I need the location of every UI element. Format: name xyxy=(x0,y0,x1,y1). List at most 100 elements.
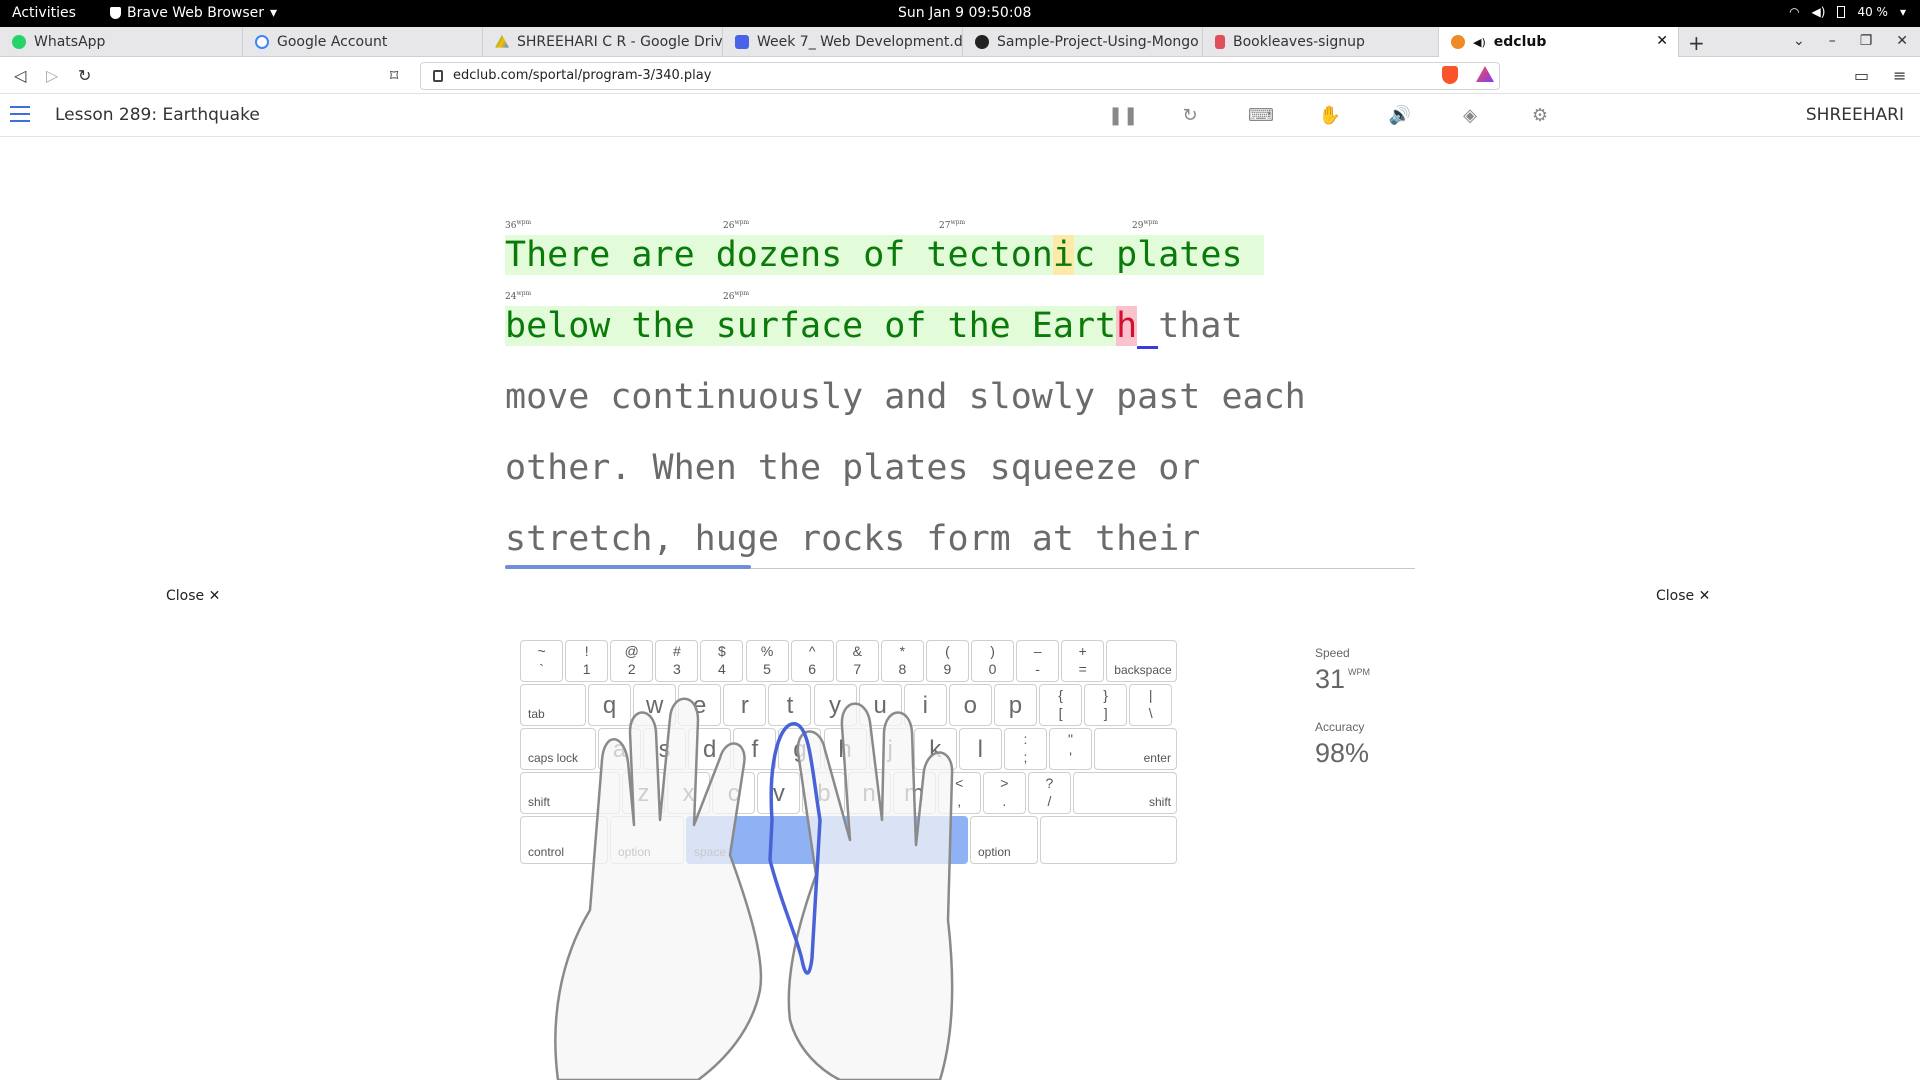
activities-button[interactable]: Activities xyxy=(12,5,76,21)
bookmark-icon[interactable]: ⌑ xyxy=(390,66,398,85)
key-w[interactable]: w xyxy=(633,684,677,726)
key-option-right[interactable]: option xyxy=(970,816,1038,864)
back-icon[interactable]: ◁ xyxy=(14,66,26,85)
reload-icon[interactable]: ↻ xyxy=(78,66,91,85)
tab-search-icon[interactable]: ⌄ xyxy=(1793,33,1805,49)
key-=[interactable]: + = xyxy=(1061,640,1105,682)
key-e[interactable]: e xyxy=(678,684,722,726)
key-8[interactable]: * 8 xyxy=(880,640,924,682)
tab-google-drive[interactable]: SHREEHARI C R - Google Drive xyxy=(483,27,723,57)
key-z[interactable]: z xyxy=(622,772,666,814)
key-label: l xyxy=(977,736,984,763)
app-menu[interactable]: Brave Web Browser ▾ xyxy=(110,5,277,21)
new-tab-button[interactable]: + xyxy=(1688,31,1705,55)
key-0[interactable]: ) 0 xyxy=(971,640,1015,682)
username[interactable]: SHREEHARI xyxy=(1806,105,1904,125)
wallet-icon[interactable]: ▭ xyxy=(1854,66,1869,85)
key--[interactable]: – - xyxy=(1016,640,1060,682)
key-d[interactable]: d xyxy=(688,728,732,770)
key-k[interactable]: k xyxy=(913,728,957,770)
settings-icon[interactable]: ⚙ xyxy=(1528,104,1552,128)
key-l[interactable]: l xyxy=(958,728,1002,770)
key-`[interactable]: ~ ` xyxy=(520,640,564,682)
key-y[interactable]: y xyxy=(813,684,857,726)
key-u[interactable]: u xyxy=(858,684,902,726)
tab-github[interactable]: Sample-Project-Using-Mongo xyxy=(963,27,1203,57)
key-9[interactable]: (9 xyxy=(925,640,969,682)
browser-menu-icon[interactable]: ≡ xyxy=(1893,66,1906,85)
key-v[interactable]: v xyxy=(757,772,801,814)
system-tray[interactable]: ◠ ◀) 40 % ▾ xyxy=(1789,5,1906,19)
key-p[interactable]: p xyxy=(993,684,1037,726)
close-left-button[interactable]: Close ✕ xyxy=(166,588,220,604)
key-blank[interactable] xyxy=(1040,816,1177,864)
tab-edclub[interactable]: ◀) edclub ✕ xyxy=(1439,27,1679,57)
key-symbol[interactable]: :; xyxy=(1003,728,1047,770)
clock[interactable]: Sun Jan 9 09:50:08 xyxy=(898,5,1031,21)
key-4[interactable]: $4 xyxy=(700,640,744,682)
key-control[interactable]: control xyxy=(520,816,608,864)
tab-whatsapp[interactable]: WhatsApp xyxy=(0,27,243,57)
key-h[interactable]: h xyxy=(823,728,867,770)
key-backspace[interactable]: backspace xyxy=(1106,640,1177,682)
key-symbol[interactable]: | \ xyxy=(1129,684,1173,726)
brave-shields-icon[interactable] xyxy=(1442,66,1458,84)
key-1[interactable]: ! 1 xyxy=(565,640,609,682)
key-shift-left[interactable]: shift xyxy=(520,772,620,814)
tab-week7-doc[interactable]: Week 7_ Web Development.d xyxy=(723,27,963,57)
key-g[interactable]: g xyxy=(778,728,822,770)
key-m[interactable]: m xyxy=(892,772,936,814)
key-q[interactable]: q xyxy=(588,684,632,726)
key-symbol[interactable]: <, xyxy=(937,772,981,814)
key-shift-right[interactable]: shift xyxy=(1073,772,1177,814)
github-icon xyxy=(975,35,989,49)
line-text: below the surface of the Earth that xyxy=(505,306,1243,349)
key-tab[interactable]: tab xyxy=(520,684,586,726)
key-x[interactable]: x xyxy=(667,772,711,814)
key-symbol[interactable]: }] xyxy=(1084,684,1128,726)
key-caps-lock[interactable]: caps lock xyxy=(520,728,596,770)
key-s[interactable]: s xyxy=(643,728,687,770)
key-symbol[interactable]: ? / xyxy=(1027,772,1071,814)
key-space[interactable]: space xyxy=(686,816,968,864)
key-i[interactable]: i xyxy=(903,684,947,726)
key-label: j xyxy=(887,736,893,763)
pause-icon[interactable]: ❚❚ xyxy=(1108,104,1138,128)
restart-icon[interactable]: ↻ xyxy=(1178,104,1202,128)
close-right-button[interactable]: Close ✕ xyxy=(1656,588,1710,604)
maximize-icon[interactable]: ❐ xyxy=(1860,33,1873,49)
close-window-icon[interactable]: ✕ xyxy=(1896,33,1908,49)
key-5[interactable]: % 5 xyxy=(745,640,789,682)
hand-icon[interactable]: ✋ xyxy=(1318,104,1342,128)
key-2[interactable]: @2 xyxy=(610,640,654,682)
key-j[interactable]: j xyxy=(868,728,912,770)
key-c[interactable]: c xyxy=(712,772,756,814)
key-3[interactable]: #3 xyxy=(655,640,699,682)
tab-google-account[interactable]: Google Account xyxy=(243,27,483,57)
key-t[interactable]: t xyxy=(768,684,812,726)
key-b[interactable]: b xyxy=(802,772,846,814)
sound-icon[interactable]: 🔊 xyxy=(1388,104,1412,128)
close-tab-icon[interactable]: ✕ xyxy=(1656,33,1668,49)
key-o[interactable]: o xyxy=(948,684,992,726)
forward-icon[interactable]: ▷ xyxy=(46,66,58,85)
minimize-icon[interactable]: – xyxy=(1829,33,1836,49)
text-line: move continuously and slowly past each xyxy=(505,347,1415,418)
key-symbol[interactable]: " ' xyxy=(1049,728,1093,770)
tab-bookleaves[interactable]: Bookleaves-signup xyxy=(1203,27,1439,57)
key-6[interactable]: ^ 6 xyxy=(790,640,834,682)
key-symbol[interactable]: {[ xyxy=(1039,684,1083,726)
key-a[interactable]: a xyxy=(598,728,642,770)
key-7[interactable]: & 7 xyxy=(835,640,879,682)
key-f[interactable]: f xyxy=(733,728,777,770)
key-n[interactable]: n xyxy=(847,772,891,814)
menu-icon[interactable] xyxy=(10,106,30,122)
keyboard-icon[interactable]: ⌨ xyxy=(1248,104,1274,128)
address-bar[interactable]: edclub.com/sportal/program-3/340.play xyxy=(420,62,1500,90)
key-symbol[interactable]: >. xyxy=(982,772,1026,814)
theme-icon[interactable]: ◈ xyxy=(1458,104,1482,128)
typing-passage[interactable]: 36wpm 26wpm 27wpm 29wpm There are dozens… xyxy=(505,205,1415,560)
key-enter[interactable]: enter xyxy=(1094,728,1177,770)
key-r[interactable]: r xyxy=(723,684,767,726)
key-option-left[interactable]: option xyxy=(610,816,684,864)
